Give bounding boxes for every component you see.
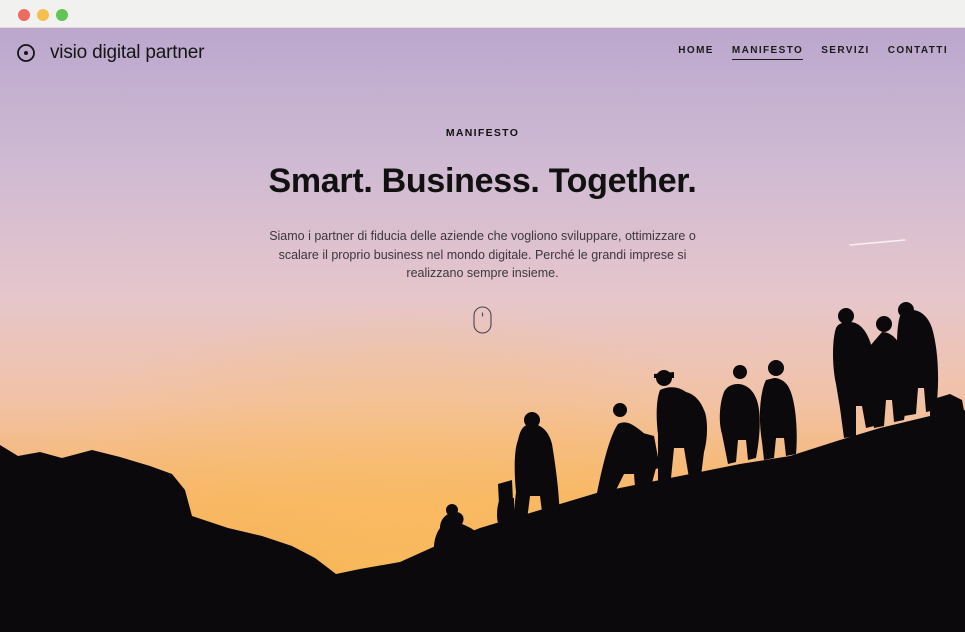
brand-name: visio digital partner <box>50 42 205 63</box>
nav-item-home[interactable]: HOME <box>678 45 714 60</box>
hero-headline: Smart. Business. Together. <box>268 162 697 200</box>
scroll-down-button[interactable] <box>473 306 492 334</box>
close-window-button[interactable] <box>18 9 30 21</box>
mouse-scroll-icon <box>473 306 492 334</box>
hero-subtitle: Siamo i partner di fiducia delle aziende… <box>269 229 696 280</box>
brand-logo[interactable]: visio digital partner <box>16 40 204 66</box>
hero-section: visio digital partner HOME MANIFESTO SER… <box>0 28 965 632</box>
section-eyebrow: MANIFESTO <box>445 127 520 139</box>
nav-item-manifesto[interactable]: MANIFESTO <box>731 45 804 60</box>
nav-item-servizi[interactable]: SERVIZI <box>821 45 870 60</box>
main-navigation: HOME MANIFESTO SERVIZI CONTATTI <box>678 45 948 60</box>
maximize-window-button[interactable] <box>56 9 68 21</box>
minimize-window-button[interactable] <box>37 9 49 21</box>
circle-dot-icon <box>17 44 35 62</box>
window-titlebar <box>0 0 965 28</box>
browser-window: visio digital partner HOME MANIFESTO SER… <box>0 0 965 632</box>
nav-item-contatti[interactable]: CONTATTI <box>888 45 948 60</box>
